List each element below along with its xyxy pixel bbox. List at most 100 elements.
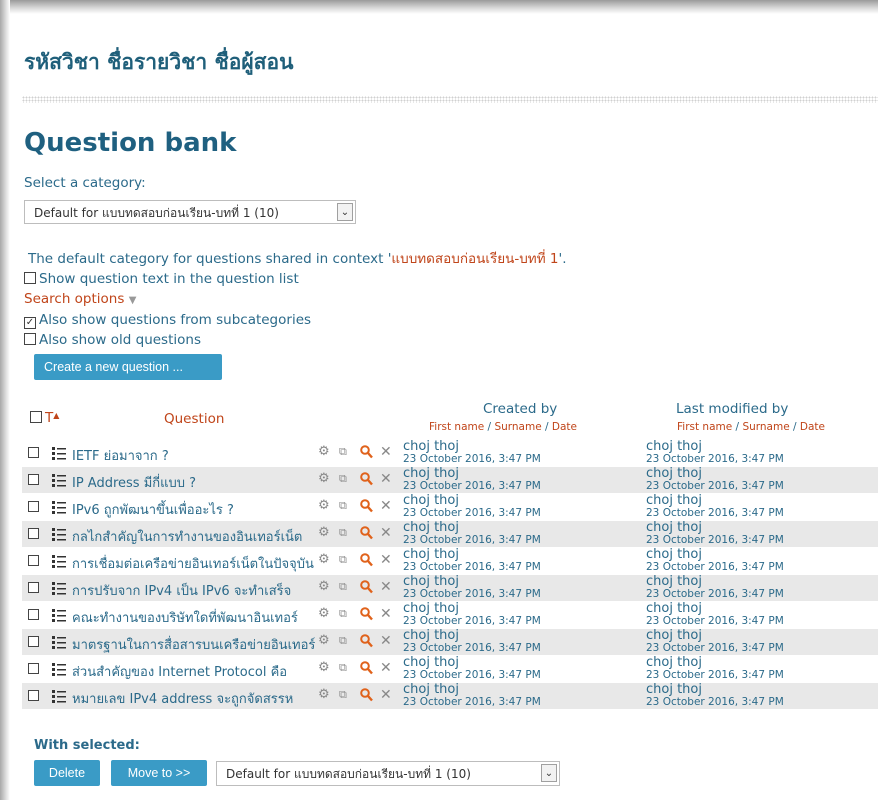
- row-checkbox[interactable]: [28, 528, 39, 539]
- chevron-down-icon: ▼: [128, 295, 137, 306]
- gear-icon[interactable]: ⚙: [318, 553, 330, 567]
- preview-icon[interactable]: [360, 445, 373, 459]
- question-name[interactable]: IETF ย่อมาจาก ?: [72, 445, 322, 466]
- question-name[interactable]: การปรับจาก IPv4 เป็น IPv6 จะทำเสร็จ: [72, 580, 322, 601]
- old-questions-option[interactable]: Also show old questions: [24, 332, 201, 348]
- question-name[interactable]: กลไกสำคัญในการทำงานของอินเทอร์เน็ต: [72, 526, 322, 547]
- category-select[interactable]: Default for แบบทดสอบก่อนเรียน-บทที่ 1 (1…: [24, 200, 356, 224]
- gear-icon[interactable]: ⚙: [318, 688, 330, 702]
- old-questions-checkbox[interactable]: [24, 333, 36, 345]
- preview-icon[interactable]: [360, 688, 373, 702]
- created-sort-first[interactable]: First name: [429, 421, 484, 433]
- modifier-name: choj thoj: [646, 628, 702, 643]
- gear-icon[interactable]: ⚙: [318, 472, 330, 486]
- question-name[interactable]: IPv6 ถูกพัฒนาขึ้นเพื่ออะไร ?: [72, 499, 322, 520]
- preview-icon[interactable]: [360, 472, 373, 486]
- modifier-name: choj thoj: [646, 493, 702, 508]
- search-options-toggle[interactable]: Search options ▼: [24, 291, 136, 307]
- created-date: 23 October 2016, 3:47 PM: [403, 642, 541, 654]
- question-name[interactable]: ส่วนสำคัญของ Internet Protocol คือ: [72, 661, 322, 682]
- modified-sort-date[interactable]: Date: [800, 421, 825, 433]
- modified-sort-first[interactable]: First name: [677, 421, 732, 433]
- copy-icon[interactable]: ⧉: [339, 580, 347, 594]
- gear-icon[interactable]: ⚙: [318, 580, 330, 594]
- created-sort-surname[interactable]: Surname: [494, 421, 541, 433]
- preview-icon[interactable]: [360, 553, 373, 567]
- move-to-button[interactable]: Move to >>: [111, 760, 207, 786]
- row-checkbox[interactable]: [28, 555, 39, 566]
- subcategories-option[interactable]: ✓ Also show questions from subcategories: [24, 312, 311, 329]
- row-checkbox[interactable]: [28, 582, 39, 593]
- window-frame-left: [0, 0, 10, 800]
- select-all-checkbox[interactable]: [30, 411, 42, 423]
- col-created-header: Created by: [483, 401, 558, 417]
- copy-icon[interactable]: ⧉: [339, 472, 347, 486]
- delete-icon[interactable]: ✕: [380, 607, 392, 621]
- question-name[interactable]: คณะทำงานของบริษัทใดที่พัฒนาอินเทอร์: [72, 607, 322, 628]
- question-name[interactable]: การเชื่อมต่อเครือข่ายอินเทอร์เน็ตในปัจจุ…: [72, 553, 322, 574]
- sort-up-icon: ▲: [53, 411, 60, 420]
- gear-icon[interactable]: ⚙: [318, 634, 330, 648]
- question-name[interactable]: มาตรฐานในการสื่อสารบนเครือข่ายอินเทอร์: [72, 634, 322, 655]
- preview-icon[interactable]: [360, 580, 373, 594]
- preview-icon[interactable]: [360, 526, 373, 540]
- question-type-icon: [52, 663, 66, 676]
- row-checkbox[interactable]: [28, 501, 39, 512]
- show-text-checkbox[interactable]: [24, 272, 36, 284]
- subcategories-checkbox[interactable]: ✓: [24, 317, 36, 329]
- copy-icon[interactable]: ⧉: [339, 688, 347, 702]
- modifier-name: choj thoj: [646, 466, 702, 481]
- modified-sort-surname[interactable]: Surname: [742, 421, 789, 433]
- copy-icon[interactable]: ⧉: [339, 634, 347, 648]
- row-checkbox[interactable]: [28, 690, 39, 701]
- row-checkbox[interactable]: [28, 609, 39, 620]
- created-date: 23 October 2016, 3:47 PM: [403, 615, 541, 627]
- chevron-down-icon: ⌄: [337, 203, 353, 221]
- copy-icon[interactable]: ⧉: [339, 553, 347, 567]
- preview-icon[interactable]: [360, 499, 373, 513]
- gear-icon[interactable]: ⚙: [318, 661, 330, 675]
- col-question-header[interactable]: Question: [164, 411, 224, 427]
- col-type-header[interactable]: T: [45, 410, 53, 426]
- gear-icon[interactable]: ⚙: [318, 445, 330, 459]
- copy-icon[interactable]: ⧉: [339, 607, 347, 621]
- question-name[interactable]: IP Address มีกี่แบบ ?: [72, 472, 322, 493]
- delete-icon[interactable]: ✕: [380, 661, 392, 675]
- context-name-link[interactable]: แบบทดสอบก่อนเรียน-บทที่ 1: [391, 251, 558, 267]
- delete-button[interactable]: Delete: [34, 760, 100, 786]
- question-type-icon: [52, 582, 66, 595]
- gear-icon[interactable]: ⚙: [318, 526, 330, 540]
- preview-icon[interactable]: [360, 661, 373, 675]
- modifier-name: choj thoj: [646, 439, 702, 454]
- question-name[interactable]: หมายเลข IPv4 address จะถูกจัดสรรห: [72, 688, 322, 709]
- preview-icon[interactable]: [360, 634, 373, 648]
- delete-icon[interactable]: ✕: [380, 526, 392, 540]
- course-title[interactable]: รหัสวิชา ชื่อรายวิชา ชื่อผู้สอน: [24, 46, 293, 79]
- row-checkbox[interactable]: [28, 447, 39, 458]
- category-label: Select a category:: [24, 175, 146, 191]
- copy-icon[interactable]: ⧉: [339, 445, 347, 459]
- copy-icon[interactable]: ⧉: [339, 499, 347, 513]
- gear-icon[interactable]: ⚙: [318, 499, 330, 513]
- delete-icon[interactable]: ✕: [380, 580, 392, 594]
- show-text-option[interactable]: Show question text in the question list: [24, 271, 299, 287]
- creator-name: choj thoj: [403, 547, 459, 562]
- row-checkbox[interactable]: [28, 636, 39, 647]
- row-checkbox[interactable]: [28, 663, 39, 674]
- move-target-select[interactable]: Default for แบบทดสอบก่อนเรียน-บทที่ 1 (1…: [216, 761, 560, 786]
- create-question-button[interactable]: Create a new question ...: [34, 354, 222, 380]
- delete-icon[interactable]: ✕: [380, 472, 392, 486]
- created-sort-date[interactable]: Date: [552, 421, 577, 433]
- row-checkbox[interactable]: [28, 474, 39, 485]
- delete-icon[interactable]: ✕: [380, 688, 392, 702]
- copy-icon[interactable]: ⧉: [339, 661, 347, 675]
- modifier-name: choj thoj: [646, 520, 702, 535]
- delete-icon[interactable]: ✕: [380, 445, 392, 459]
- delete-icon[interactable]: ✕: [380, 499, 392, 513]
- gear-icon[interactable]: ⚙: [318, 607, 330, 621]
- delete-icon[interactable]: ✕: [380, 634, 392, 648]
- show-text-label: Show question text in the question list: [39, 271, 299, 287]
- preview-icon[interactable]: [360, 607, 373, 621]
- delete-icon[interactable]: ✕: [380, 553, 392, 567]
- copy-icon[interactable]: ⧉: [339, 526, 347, 540]
